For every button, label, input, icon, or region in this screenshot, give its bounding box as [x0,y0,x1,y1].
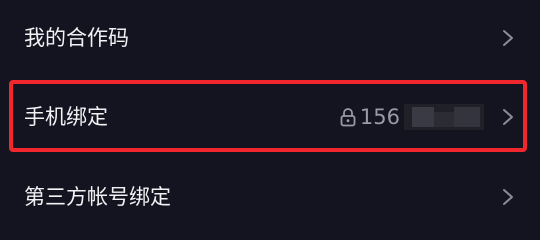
chevron-right-icon [502,29,514,47]
chevron-right-icon [502,188,514,206]
settings-row-third-party-binding[interactable]: 第三方帐号绑定 [0,178,540,216]
settings-row-my-cooperation-code[interactable]: 我的合作码 [0,20,540,58]
settings-row-label: 我的合作码 [24,26,129,50]
settings-list: 我的合作码 手机绑定 156 第三方帐号绑定 [0,0,540,236]
settings-row-label: 第三方帐号绑定 [24,185,171,209]
highlight-box [9,80,527,152]
